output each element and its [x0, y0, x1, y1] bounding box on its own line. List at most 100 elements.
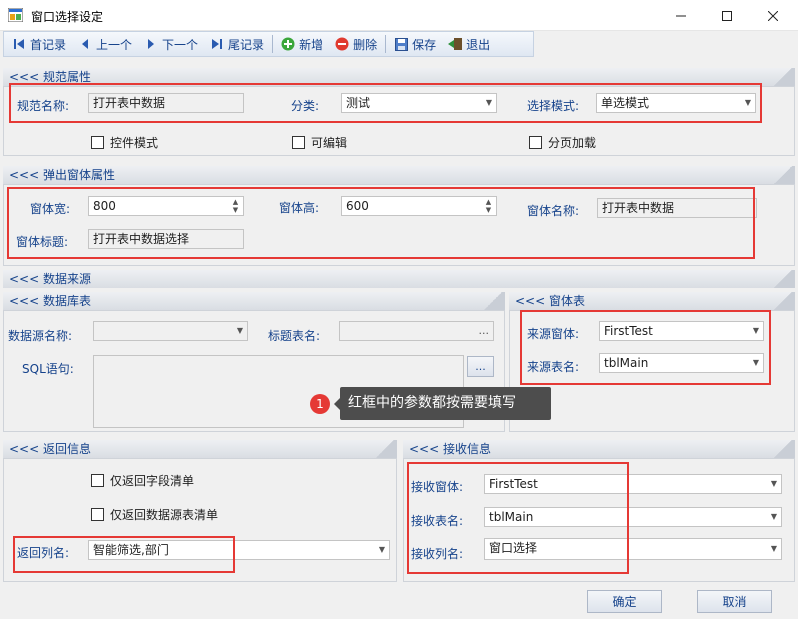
chevron-down-icon: ▼ [378, 545, 385, 554]
return-columns-value: 智能筛选,部门 [93, 543, 169, 557]
app-icon [8, 8, 23, 22]
datasource-group-header[interactable]: <<< 数据来源 [3, 270, 795, 288]
form-height-label: 窗体高: [279, 201, 320, 215]
close-button[interactable] [750, 0, 796, 31]
receive-table-label: 接收表名: [411, 514, 464, 528]
prev-button[interactable]: 上一个 [74, 33, 136, 55]
window-title: 窗口选择设定 [31, 10, 104, 24]
category-value: 测试 [346, 96, 371, 110]
form-width-label: 窗体宽: [30, 202, 71, 216]
only-fields-checkbox[interactable]: 仅返回字段清单 [91, 472, 194, 489]
title-bar: 窗口选择设定 [0, 0, 798, 31]
form-width-spinner[interactable]: 800 ▲ ▼ [88, 196, 244, 216]
form-name-input[interactable]: 打开表中数据 [597, 198, 757, 218]
spec-group-header[interactable]: <<< 规范属性 [3, 68, 795, 86]
checkbox-box [91, 474, 104, 487]
form-width-value: 800 [93, 199, 116, 213]
minimize-button[interactable] [658, 0, 704, 31]
editable-label: 可编辑 [311, 136, 348, 150]
only-ds-tables-checkbox[interactable]: 仅返回数据源表清单 [91, 506, 218, 523]
category-label: 分类: [291, 99, 320, 113]
datasource-group-title: <<< 数据来源 [9, 272, 91, 286]
save-label: 保存 [412, 37, 437, 52]
first-record-icon [12, 37, 26, 51]
chevron-down-icon: ▼ [752, 326, 759, 335]
last-record-button[interactable]: 尾记录 [206, 33, 268, 55]
chevron-down-icon: ▼ [770, 479, 777, 488]
db-table-group-header[interactable]: <<< 数据库表 [3, 292, 505, 310]
return-columns-select[interactable]: 智能筛选,部门 ▼ [88, 540, 390, 560]
source-form-value: FirstTest [604, 324, 653, 338]
close-icon [768, 10, 778, 21]
paging-label: 分页加载 [548, 136, 597, 150]
sql-browse-button[interactable]: ... [467, 356, 494, 377]
form-title-input[interactable]: 打开表中数据选择 [88, 229, 244, 249]
title-table-label: 标题表名: [268, 329, 321, 343]
cancel-button[interactable]: 取消 [697, 590, 772, 613]
return-columns-label: 返回列名: [17, 546, 70, 560]
chevron-down-icon: ▼ [485, 98, 492, 107]
category-select[interactable]: 测试 ▼ [341, 93, 497, 113]
next-button[interactable]: 下一个 [140, 33, 202, 55]
receive-table-select[interactable]: tblMain ▼ [484, 507, 782, 527]
prev-label: 上一个 [96, 37, 133, 52]
paging-checkbox[interactable]: 分页加载 [529, 134, 596, 151]
next-icon [144, 37, 158, 51]
exit-icon [448, 37, 463, 51]
exit-button[interactable]: 退出 [444, 33, 494, 55]
first-record-button[interactable]: 首记录 [8, 33, 70, 55]
toolbar: 首记录 上一个 下一个 尾记录 新增 删除 保存 退出 [3, 31, 534, 57]
receive-column-input[interactable]: 窗口选择 ▼ [484, 538, 782, 560]
title-table-input[interactable]: ... [339, 321, 494, 341]
spec-name-label: 规范名称: [17, 99, 70, 113]
chevron-down-icon: ▼ [236, 326, 243, 335]
chevron-down-icon[interactable]: ▼ [771, 540, 777, 558]
ds-name-select[interactable]: ▼ [93, 321, 248, 341]
last-record-icon [210, 37, 224, 51]
form-table-group-header[interactable]: <<< 窗体表 [509, 292, 795, 310]
form-height-spinner[interactable]: 600 ▲ ▼ [341, 196, 497, 216]
source-form-select[interactable]: FirstTest ▼ [599, 321, 764, 341]
select-mode-value: 单选模式 [601, 96, 650, 110]
delete-icon [335, 37, 349, 51]
sql-label: SQL语句: [22, 362, 74, 376]
maximize-button[interactable] [704, 0, 750, 31]
checkbox-box [91, 508, 104, 521]
ok-button[interactable]: 确定 [587, 590, 662, 613]
receive-group-title: <<< 接收信息 [409, 442, 491, 456]
popup-group-header[interactable]: <<< 弹出窗体属性 [3, 166, 795, 184]
select-mode-label: 选择模式: [527, 99, 580, 113]
source-table-value: tblMain [604, 356, 649, 370]
toolbar-separator [272, 35, 274, 53]
receive-group-header[interactable]: <<< 接收信息 [403, 440, 795, 458]
form-name-label: 窗体名称: [527, 204, 580, 218]
add-icon [281, 37, 295, 51]
receive-form-select[interactable]: FirstTest ▼ [484, 474, 782, 494]
delete-label: 删除 [353, 37, 378, 52]
control-mode-checkbox[interactable]: 控件模式 [91, 134, 158, 151]
db-table-group-title: <<< 数据库表 [9, 294, 91, 308]
checkbox-box [91, 136, 104, 149]
only-ds-tables-label: 仅返回数据源表清单 [110, 508, 219, 522]
chevron-down-icon: ▼ [752, 358, 759, 367]
spec-name-input[interactable]: 打开表中数据 [88, 93, 244, 113]
minimize-icon [676, 15, 686, 16]
return-group-header[interactable]: <<< 返回信息 [3, 440, 397, 458]
first-record-label: 首记录 [30, 37, 67, 52]
form-title-label: 窗体标题: [16, 235, 69, 249]
add-button[interactable]: 新增 [277, 33, 327, 55]
delete-button[interactable]: 删除 [331, 33, 381, 55]
form-height-value: 600 [346, 199, 369, 213]
source-table-select[interactable]: tblMain ▼ [599, 353, 764, 373]
ellipsis-icon: ... [478, 324, 490, 337]
checkbox-box [292, 136, 305, 149]
ds-name-label: 数据源名称: [8, 329, 73, 343]
save-button[interactable]: 保存 [390, 33, 440, 55]
chevron-down-icon: ▼ [744, 98, 751, 107]
exit-label: 退出 [466, 37, 491, 52]
last-record-label: 尾记录 [228, 37, 265, 52]
receive-form-label: 接收窗体: [411, 480, 464, 494]
control-mode-label: 控件模式 [110, 136, 159, 150]
editable-checkbox[interactable]: 可编辑 [292, 134, 347, 151]
select-mode-select[interactable]: 单选模式 ▼ [596, 93, 756, 113]
